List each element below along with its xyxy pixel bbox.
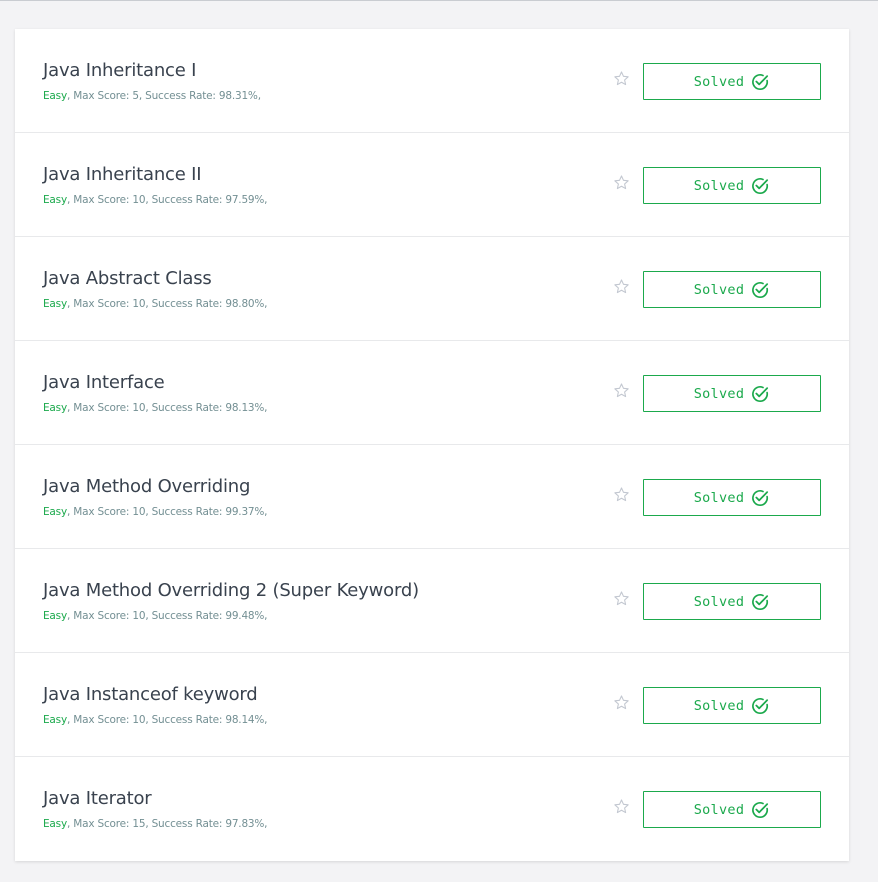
solved-button[interactable]: Solved <box>643 583 821 620</box>
check-circle-icon <box>752 73 769 90</box>
challenge-meta: Easy, Max Score: 10, Success Rate: 99.48… <box>43 610 268 622</box>
solved-label: Solved <box>693 73 745 90</box>
challenge-meta: Easy, Max Score: 15, Success Rate: 97.83… <box>43 818 268 830</box>
challenge-meta: Easy, Max Score: 10, Success Rate: 98.80… <box>43 298 268 310</box>
challenge-row[interactable]: Java Inheritance II Easy, Max Score: 10,… <box>15 133 849 237</box>
challenge-list: Java Inheritance I Easy, Max Score: 5, S… <box>15 29 849 861</box>
solved-button[interactable]: Solved <box>643 375 821 412</box>
check-circle-icon <box>752 593 769 610</box>
challenge-meta: Easy, Max Score: 10, Success Rate: 97.59… <box>43 194 268 206</box>
challenge-stats: , Max Score: 5, Success Rate: 98.31%, <box>66 90 261 102</box>
difficulty-label: Easy <box>43 506 67 518</box>
solved-button[interactable]: Solved <box>643 167 821 204</box>
check-circle-icon <box>752 489 769 506</box>
solved-label: Solved <box>693 385 745 402</box>
difficulty-label: Easy <box>43 610 67 622</box>
challenge-stats: , Max Score: 10, Success Rate: 99.48%, <box>66 610 268 622</box>
solved-button[interactable]: Solved <box>643 63 821 100</box>
challenge-title[interactable]: Java Method Overriding 2 (Super Keyword) <box>43 580 419 601</box>
header-divider <box>0 0 878 1</box>
challenge-meta: Easy, Max Score: 10, Success Rate: 98.13… <box>43 402 268 414</box>
check-circle-icon <box>752 385 769 402</box>
star-outline-icon[interactable] <box>613 382 630 399</box>
solved-label: Solved <box>693 177 745 194</box>
solved-label: Solved <box>693 281 745 298</box>
challenge-row[interactable]: Java Method Overriding Easy, Max Score: … <box>15 445 849 549</box>
challenge-meta: Easy, Max Score: 10, Success Rate: 98.14… <box>43 714 268 726</box>
star-outline-icon[interactable] <box>613 278 630 295</box>
challenge-title[interactable]: Java Inheritance II <box>43 164 202 185</box>
challenge-stats: , Max Score: 10, Success Rate: 98.13%, <box>66 402 268 414</box>
star-outline-icon[interactable] <box>613 486 630 503</box>
challenge-stats: , Max Score: 10, Success Rate: 98.80%, <box>66 298 268 310</box>
star-outline-icon[interactable] <box>613 798 630 815</box>
challenge-stats: , Max Score: 15, Success Rate: 97.83%, <box>66 818 268 830</box>
solved-label: Solved <box>693 593 745 610</box>
challenge-stats: , Max Score: 10, Success Rate: 98.14%, <box>66 714 268 726</box>
solved-label: Solved <box>693 801 745 818</box>
challenge-meta: Easy, Max Score: 5, Success Rate: 98.31%… <box>43 90 261 102</box>
challenge-row[interactable]: Java Abstract Class Easy, Max Score: 10,… <box>15 237 849 341</box>
star-outline-icon[interactable] <box>613 70 630 87</box>
challenge-title[interactable]: Java Abstract Class <box>43 268 212 289</box>
difficulty-label: Easy <box>43 818 67 830</box>
challenge-stats: , Max Score: 10, Success Rate: 99.37%, <box>66 506 268 518</box>
challenge-row[interactable]: Java Instanceof keyword Easy, Max Score:… <box>15 653 849 757</box>
star-outline-icon[interactable] <box>613 694 630 711</box>
check-circle-icon <box>752 177 769 194</box>
challenge-title[interactable]: Java Iterator <box>43 788 152 809</box>
difficulty-label: Easy <box>43 298 67 310</box>
challenge-meta: Easy, Max Score: 10, Success Rate: 99.37… <box>43 506 268 518</box>
challenge-title[interactable]: Java Method Overriding <box>43 476 250 497</box>
solved-label: Solved <box>693 489 745 506</box>
challenge-stats: , Max Score: 10, Success Rate: 97.59%, <box>66 194 268 206</box>
challenge-row[interactable]: Java Interface Easy, Max Score: 10, Succ… <box>15 341 849 445</box>
star-outline-icon[interactable] <box>613 174 630 191</box>
difficulty-label: Easy <box>43 402 67 414</box>
solved-button[interactable]: Solved <box>643 271 821 308</box>
challenge-row[interactable]: Java Method Overriding 2 (Super Keyword)… <box>15 549 849 653</box>
solved-button[interactable]: Solved <box>643 687 821 724</box>
solved-button[interactable]: Solved <box>643 479 821 516</box>
solved-button[interactable]: Solved <box>643 791 821 828</box>
check-circle-icon <box>752 801 769 818</box>
difficulty-label: Easy <box>43 90 67 102</box>
check-circle-icon <box>752 281 769 298</box>
challenge-title[interactable]: Java Instanceof keyword <box>43 684 258 705</box>
challenge-title[interactable]: Java Inheritance I <box>43 60 196 81</box>
check-circle-icon <box>752 697 769 714</box>
difficulty-label: Easy <box>43 714 67 726</box>
challenge-row[interactable]: Java Inheritance I Easy, Max Score: 5, S… <box>15 29 849 133</box>
challenge-row[interactable]: Java Iterator Easy, Max Score: 15, Succe… <box>15 757 849 861</box>
star-outline-icon[interactable] <box>613 590 630 607</box>
challenge-title[interactable]: Java Interface <box>43 372 165 393</box>
solved-label: Solved <box>693 697 745 714</box>
difficulty-label: Easy <box>43 194 67 206</box>
